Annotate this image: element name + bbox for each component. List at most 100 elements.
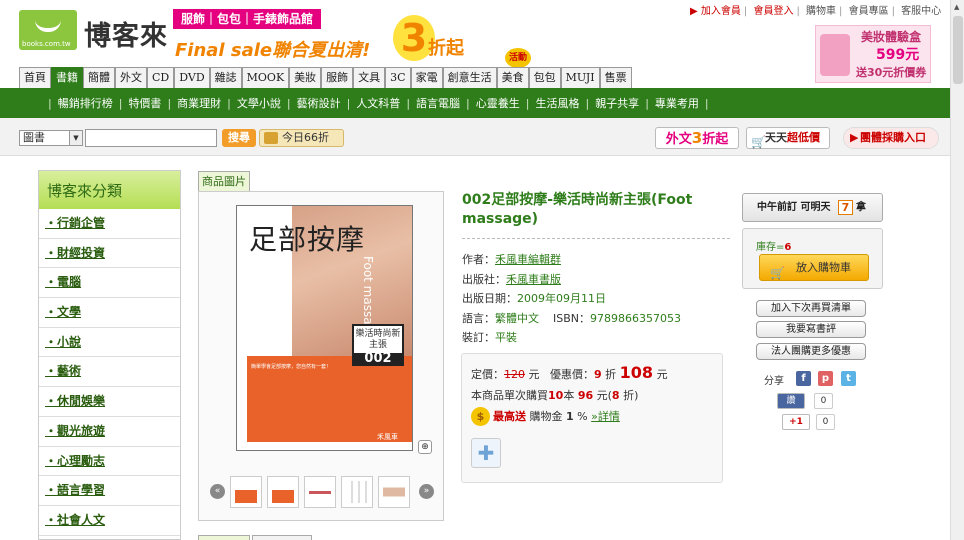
date-label: 出版日期：: [462, 292, 517, 305]
zoom-icon[interactable]: ⊕: [418, 440, 432, 454]
search-bar: 圖書 ▼ 搜尋 今日66折 外文3折起 🛒 天天超低價 ▶ 團體採購入口: [0, 118, 950, 156]
sidebar-item[interactable]: ・休閒娛樂: [39, 387, 180, 417]
tab-12[interactable]: 家電: [410, 67, 443, 88]
thumbnail[interactable]: [341, 476, 373, 508]
publisher-link[interactable]: 禾風車書版: [506, 273, 561, 286]
cart-link[interactable]: 購物車: [806, 6, 836, 17]
tab[interactable]: [198, 535, 250, 540]
ad-sub: 送30元折價券: [856, 66, 927, 79]
promo-zhe[interactable]: 折起: [428, 34, 464, 60]
search-category-select[interactable]: 圖書 ▼: [19, 130, 83, 146]
subnav-item[interactable]: 專業考用: [649, 95, 705, 111]
tab-15[interactable]: 包包: [528, 67, 561, 88]
search-button[interactable]: 搜尋: [222, 129, 256, 147]
scroll-up-icon[interactable]: ▲: [954, 3, 959, 11]
delivery-notice: 中午前訂 可明天 7 拿: [742, 193, 883, 222]
sidebar-item-label: 藝術: [57, 364, 82, 379]
tab-10[interactable]: 文具: [353, 67, 386, 88]
tab-14[interactable]: 美食: [496, 67, 529, 88]
tab-13[interactable]: 創意生活: [442, 67, 497, 88]
tab-1[interactable]: 書籍: [51, 67, 83, 88]
sidebar-item[interactable]: ・藝術: [39, 357, 180, 388]
sidebar-item[interactable]: ・財經投資: [39, 239, 180, 269]
subnav-item[interactable]: 文學小說: [231, 95, 287, 111]
sidebar-item[interactable]: ・觀光旅遊: [39, 417, 180, 447]
brand-logo[interactable]: books.com.tw: [19, 10, 77, 50]
foreign-num: 3: [691, 129, 703, 147]
arrow-right-icon: ▶: [850, 131, 859, 144]
member-area-link[interactable]: 會員專區: [849, 6, 889, 17]
sidebar-item[interactable]: ・行銷企管: [39, 209, 180, 239]
search-category-value: 圖書: [23, 131, 45, 144]
tab-2[interactable]: 簡體: [83, 67, 115, 88]
tab-3[interactable]: 外文: [115, 67, 147, 88]
brand-name[interactable]: 博客來: [84, 14, 168, 53]
tab-0[interactable]: 首頁: [19, 67, 51, 88]
thumbnail[interactable]: [230, 476, 262, 508]
corporate-purchase-button[interactable]: 法人團購更多優惠: [756, 343, 866, 360]
group-purchase-button[interactable]: ▶ 團體採購入口: [843, 127, 939, 149]
tab-8[interactable]: 美妝: [289, 67, 322, 88]
cosmetic-jar-icon: [820, 34, 850, 76]
sidebar-item[interactable]: ・電腦: [39, 268, 180, 299]
sidebar-item[interactable]: ・語言學習: [39, 476, 180, 506]
bullet-icon: ・: [45, 364, 58, 379]
sidebar-item[interactable]: ・心理勵志: [39, 447, 180, 477]
member-login-link[interactable]: 會員登入: [753, 6, 793, 17]
search-input[interactable]: [85, 129, 217, 147]
scrollbar-thumb[interactable]: [953, 16, 963, 84]
lang-value: 繁體中文: [495, 311, 539, 325]
subnav-item[interactable]: 商業理財: [171, 95, 227, 111]
plurk-icon[interactable]: p: [818, 371, 833, 386]
prev-arrow-icon[interactable]: «: [210, 484, 225, 499]
scrollbar[interactable]: ▲: [950, 0, 964, 540]
sidebar-item[interactable]: ・小說: [39, 328, 180, 358]
beauty-box-ad[interactable]: 美妝體驗盒 599元 送30元折價券: [815, 25, 931, 83]
pin-icon[interactable]: ✚: [471, 438, 501, 468]
daily-low-price-button[interactable]: 🛒 天天超低價: [746, 127, 830, 149]
write-review-button[interactable]: 我要寫書評: [756, 321, 866, 338]
subnav-item[interactable]: 人文科普: [350, 95, 406, 111]
subnav-item[interactable]: 語言電腦: [410, 95, 466, 111]
thumbnail[interactable]: [378, 476, 410, 508]
tab-6[interactable]: 雜誌: [209, 67, 242, 88]
tab-17[interactable]: 售票: [599, 67, 632, 88]
promo-tag[interactable]: 服飾｜包包｜手錶飾品館: [173, 9, 322, 29]
tab-9[interactable]: 服飾: [321, 67, 354, 88]
service-link[interactable]: 客服中心: [901, 6, 941, 17]
promo-final[interactable]: Final sale聯合夏出清!: [175, 36, 370, 62]
facebook-icon[interactable]: f: [796, 371, 811, 386]
tab-product-images[interactable]: 商品圖片: [198, 171, 250, 192]
tab-16[interactable]: MUJI: [560, 67, 600, 88]
tab-5[interactable]: DVD: [174, 67, 210, 88]
sidebar-item[interactable]: ・文學: [39, 298, 180, 328]
subnav-item[interactable]: 心靈養生: [470, 95, 526, 111]
bullet-icon: ・: [45, 245, 58, 260]
subnav-item[interactable]: 生活風格: [529, 95, 585, 111]
sidebar-item[interactable]: ・社會人文: [39, 506, 180, 536]
google-plus-button[interactable]: +1: [782, 414, 810, 430]
facebook-like-button[interactable]: 讚: [777, 393, 805, 409]
tab-4[interactable]: CD: [147, 67, 175, 88]
subnav-item[interactable]: 藝術設計: [291, 95, 347, 111]
thumbnail[interactable]: [304, 476, 336, 508]
book-cover[interactable]: 足部按摩 Foot massage 樂活時尚新主張 002 簡單學會足部按摩，您自…: [236, 205, 413, 451]
today-deal-button[interactable]: 今日66折: [259, 129, 344, 147]
tab-7[interactable]: MOOK: [241, 67, 290, 88]
limit-zhe: 折): [623, 389, 639, 402]
thumbnail[interactable]: [267, 476, 299, 508]
tab-11[interactable]: 3C: [385, 67, 411, 88]
subnav-item[interactable]: 特價書: [122, 95, 167, 111]
sidebar-item-label: 休閒娛樂: [57, 394, 106, 409]
next-arrow-icon[interactable]: »: [419, 484, 434, 499]
twitter-icon[interactable]: t: [841, 371, 856, 386]
subnav-item[interactable]: 暢銷排行榜: [52, 95, 119, 111]
wishlist-button[interactable]: 加入下次再買清單: [756, 300, 866, 317]
tab[interactable]: [252, 535, 312, 540]
author-link[interactable]: 禾風車編輯群: [495, 253, 561, 266]
subnav-item[interactable]: 親子共享: [589, 95, 645, 111]
join-member-link[interactable]: 加入會員: [701, 6, 741, 17]
foreign-books-button[interactable]: 外文3折起: [655, 127, 739, 149]
reward-detail-link[interactable]: »詳情: [591, 410, 620, 423]
add-to-cart-button[interactable]: 🛒 放入購物車: [759, 254, 869, 281]
